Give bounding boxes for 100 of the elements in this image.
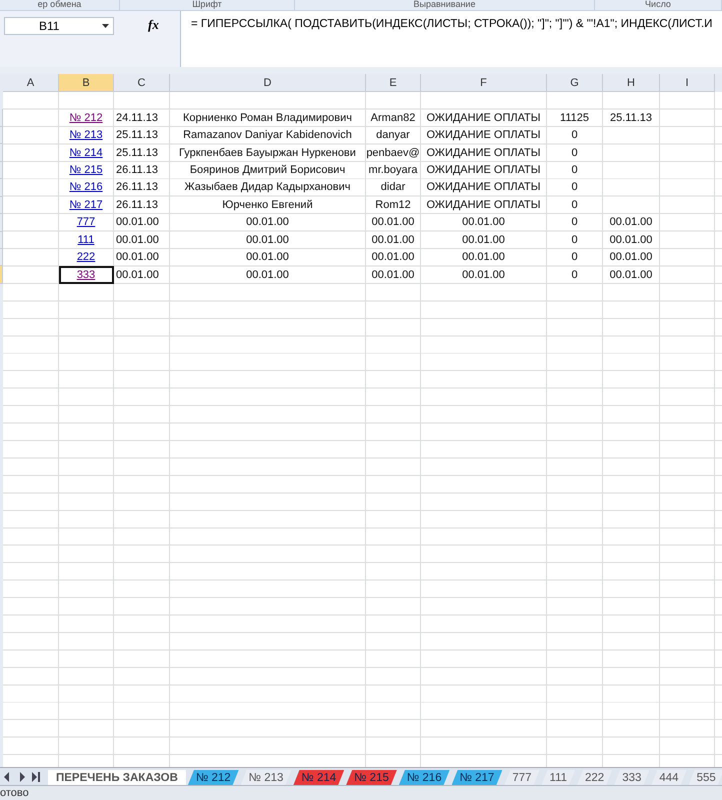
sheet-link[interactable]: 222: [76, 251, 96, 264]
ribbon-group-label: Выравнивание: [295, 0, 595, 10]
sheet-tab[interactable]: 333: [614, 770, 650, 785]
row-header[interactable]: [0, 266, 3, 284]
table-cell: 25.11.13: [610, 112, 652, 124]
ribbon-group-label: Шрифт: [120, 0, 295, 10]
link-cell[interactable]: № 212: [59, 109, 114, 127]
sheet-tab[interactable]: 555: [688, 770, 722, 785]
insert-function-button[interactable]: fx: [148, 17, 159, 33]
table-cell: Бояринов Дмитрий Борисович: [190, 164, 346, 176]
formula-field[interactable]: = ГИПЕРССЫЛКА( ПОДСТАВИТЬ(ИНДЕКС(ЛИСТЫ; СТРОКА()); "]"; "]'") & "'!A1"; ИНДЕКС(ЛИСТ.И: [180, 11, 722, 67]
sheet-link[interactable]: № 216: [69, 181, 103, 194]
sheet-tab[interactable]: № 212: [188, 770, 239, 785]
sheet-link[interactable]: № 214: [69, 146, 103, 159]
table-cell: ОЖИДАНИЕ ОПЛАТЫ: [426, 146, 541, 159]
table-cell: 00.01.00: [610, 216, 652, 228]
table-cell: 00.01.00: [462, 251, 505, 264]
ribbon-group-label: ер обмена: [0, 0, 120, 10]
table-cell: 0: [571, 198, 578, 211]
table-cell: Жазыбаев Дидар Кадырханович: [184, 181, 350, 194]
link-cell[interactable]: № 215: [59, 162, 114, 180]
table-cell: ОЖИДАНИЕ ОПЛАТЫ: [426, 181, 541, 194]
table-cell: 00.01.00: [116, 268, 159, 281]
status-text: отово: [0, 787, 29, 799]
sheet-link[interactable]: № 212: [69, 112, 103, 124]
row-header[interactable]: [0, 144, 3, 162]
sheet-tab[interactable]: 444: [651, 770, 687, 785]
column-header[interactable]: E: [366, 74, 421, 92]
table-cell: 24.11.13: [116, 112, 158, 124]
column-header[interactable]: B: [59, 74, 114, 92]
row-header[interactable]: [0, 126, 3, 144]
column-header[interactable]: A: [3, 74, 59, 92]
table-cell: 00.01.00: [246, 216, 289, 228]
link-cell[interactable]: 777: [59, 214, 114, 232]
table-cell: Корниенко Роман Владимирович: [182, 112, 352, 124]
table-cell: 0: [571, 164, 578, 176]
table-cell: 0: [571, 268, 578, 281]
table-cell: 0: [571, 234, 578, 246]
table-cell: 00.01.00: [462, 216, 505, 228]
link-cell[interactable]: № 214: [59, 144, 114, 162]
table-cell: 00.01.00: [116, 251, 159, 264]
table-cell: 00.01.00: [610, 268, 652, 281]
table-cell: 11125: [560, 112, 589, 124]
link-cell[interactable]: № 213: [59, 126, 114, 144]
column-header[interactable]: D: [170, 74, 366, 92]
link-cell[interactable]: № 217: [59, 196, 114, 214]
link-cell[interactable]: 333: [59, 266, 114, 284]
table-cell: 0: [571, 181, 578, 194]
row-header[interactable]: [0, 214, 3, 232]
sheet-link[interactable]: № 215: [69, 164, 103, 176]
link-cell[interactable]: 111: [59, 232, 114, 249]
sheet-link[interactable]: 777: [76, 216, 96, 228]
sheet-tab[interactable]: ПЕРЕЧЕНЬ ЗАКАЗОВ: [48, 770, 186, 785]
sheet-tab[interactable]: № 216: [398, 770, 450, 785]
column-header[interactable]: F: [421, 74, 547, 92]
row-header[interactable]: [0, 232, 3, 249]
column-header[interactable]: H: [603, 74, 660, 92]
column-header[interactable]: G: [547, 74, 603, 92]
table-cell: 00.01.00: [246, 234, 289, 246]
first-sheet-icon[interactable]: [4, 772, 12, 782]
sheet-tab[interactable]: 777: [504, 770, 540, 785]
row-header[interactable]: [0, 179, 3, 197]
last-sheet-icon[interactable]: [32, 772, 40, 782]
table-cell: 00.01.00: [610, 251, 652, 264]
table-cell: 25.11.13: [116, 146, 158, 159]
row-header[interactable]: [0, 109, 3, 127]
table-cell: 00.01.00: [372, 234, 414, 246]
table-cell: 0: [571, 146, 578, 159]
row-header[interactable]: [0, 162, 3, 180]
caret-icon: [102, 24, 109, 28]
column-header[interactable]: C: [114, 74, 170, 92]
row-header[interactable]: [0, 248, 3, 266]
sheet-tab[interactable]: 111: [542, 770, 576, 785]
table-cell: 00.01.00: [462, 268, 505, 281]
table-cell: didar: [380, 181, 406, 194]
table-cell: Ramazanov Daniyar Kabidenovich: [183, 129, 352, 142]
table-cell: 0: [571, 216, 578, 228]
sheet-tab[interactable]: 222: [577, 770, 612, 785]
table-cell: 0: [571, 129, 578, 142]
sheet-tab[interactable]: № 213: [240, 770, 292, 785]
sheet-link[interactable]: № 217: [69, 198, 103, 211]
row-header[interactable]: [0, 196, 3, 214]
table-cell: ОЖИДАНИЕ ОПЛАТЫ: [426, 164, 541, 176]
previous-sheet-icon[interactable]: [18, 772, 26, 782]
table-cell: 26.11.13: [116, 164, 158, 176]
name-box[interactable]: B11: [4, 17, 114, 35]
sheet-link[interactable]: 111: [78, 234, 94, 246]
table-cell: 00.01.00: [372, 268, 414, 281]
table-cell: 00.01.00: [372, 251, 414, 264]
sheet-link[interactable]: № 213: [69, 129, 103, 142]
table-cell: 00.01.00: [116, 234, 159, 246]
link-cell[interactable]: № 216: [59, 179, 114, 197]
column-header[interactable]: I: [660, 74, 715, 92]
table-cell: 00.01.00: [610, 234, 652, 246]
sheet-link[interactable]: 333: [76, 268, 96, 281]
table-cell: 26.11.13: [116, 181, 158, 194]
sheet-tab[interactable]: № 217: [452, 770, 502, 785]
table-cell: Arman82: [370, 112, 416, 124]
link-cell[interactable]: 222: [59, 248, 114, 266]
table-cell: 00.01.00: [246, 251, 289, 264]
